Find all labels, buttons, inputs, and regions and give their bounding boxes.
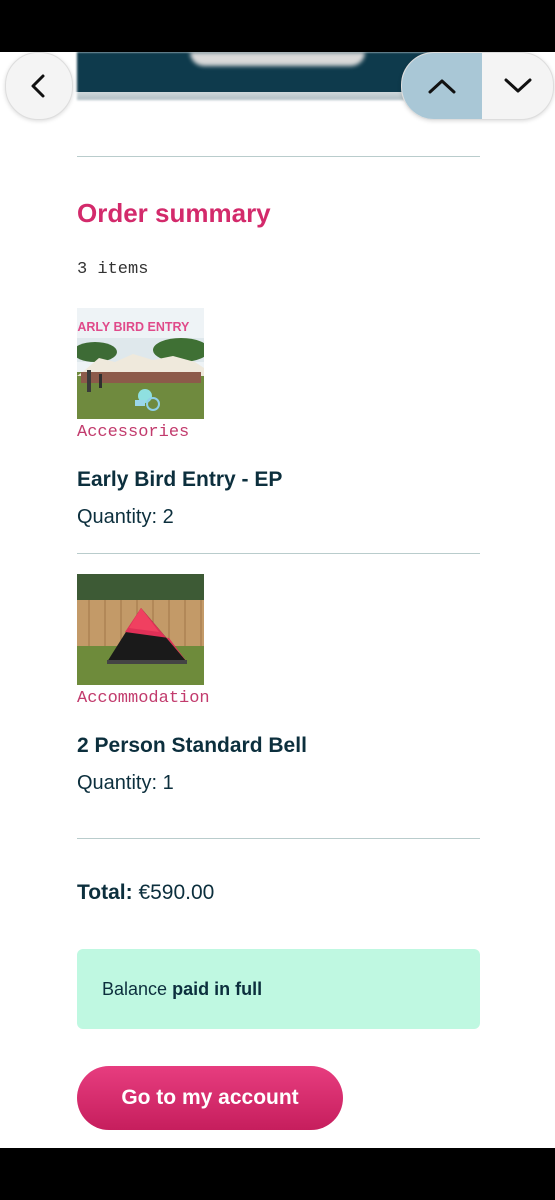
- back-button[interactable]: [5, 52, 73, 120]
- previous-section-button[interactable]: [402, 53, 482, 119]
- chevron-down-icon: [504, 78, 531, 93]
- order-summary-heading: Order summary: [77, 198, 271, 228]
- balance-status: paid in full: [172, 978, 263, 999]
- items-count: 3 items: [77, 260, 149, 279]
- bell-tent-image: [77, 574, 204, 685]
- header-pill: [190, 52, 365, 66]
- divider-total: [77, 838, 480, 839]
- chevron-left-icon: [31, 74, 45, 98]
- divider-top: [77, 156, 480, 157]
- section-navigator: [401, 52, 554, 120]
- order-total: Total: €590.00: [77, 881, 214, 905]
- item-name: 2 Person Standard Bell: [77, 734, 307, 757]
- divider-items: [77, 553, 480, 554]
- total-value: €590.00: [138, 881, 215, 904]
- early-bird-entry-image: EARLY BIRD ENTRY: [77, 308, 204, 419]
- item-quantity: Quantity: 1: [77, 772, 174, 794]
- balance-text: Balance paid in full: [102, 979, 262, 1000]
- status-bar: [0, 0, 555, 52]
- total-label: Total:: [77, 881, 133, 904]
- navigation-bar: [0, 1148, 555, 1200]
- order-summary-page: Order summary 3 items EARLY BIRD ENTRY A…: [0, 52, 555, 1148]
- balance-status-box: Balance paid in full: [77, 949, 480, 1029]
- go-to-my-account-button[interactable]: Go to my account: [77, 1066, 343, 1130]
- item-category: Accessories: [77, 423, 190, 442]
- item-category: Accommodation: [77, 689, 210, 708]
- item-name: Early Bird Entry - EP: [77, 468, 283, 491]
- chevron-up-icon: [428, 79, 456, 94]
- next-section-button[interactable]: [482, 53, 553, 119]
- balance-prefix: Balance: [102, 978, 168, 999]
- item-quantity: Quantity: 2: [77, 506, 174, 528]
- early-bird-image-text: EARLY BIRD ENTRY: [77, 320, 190, 334]
